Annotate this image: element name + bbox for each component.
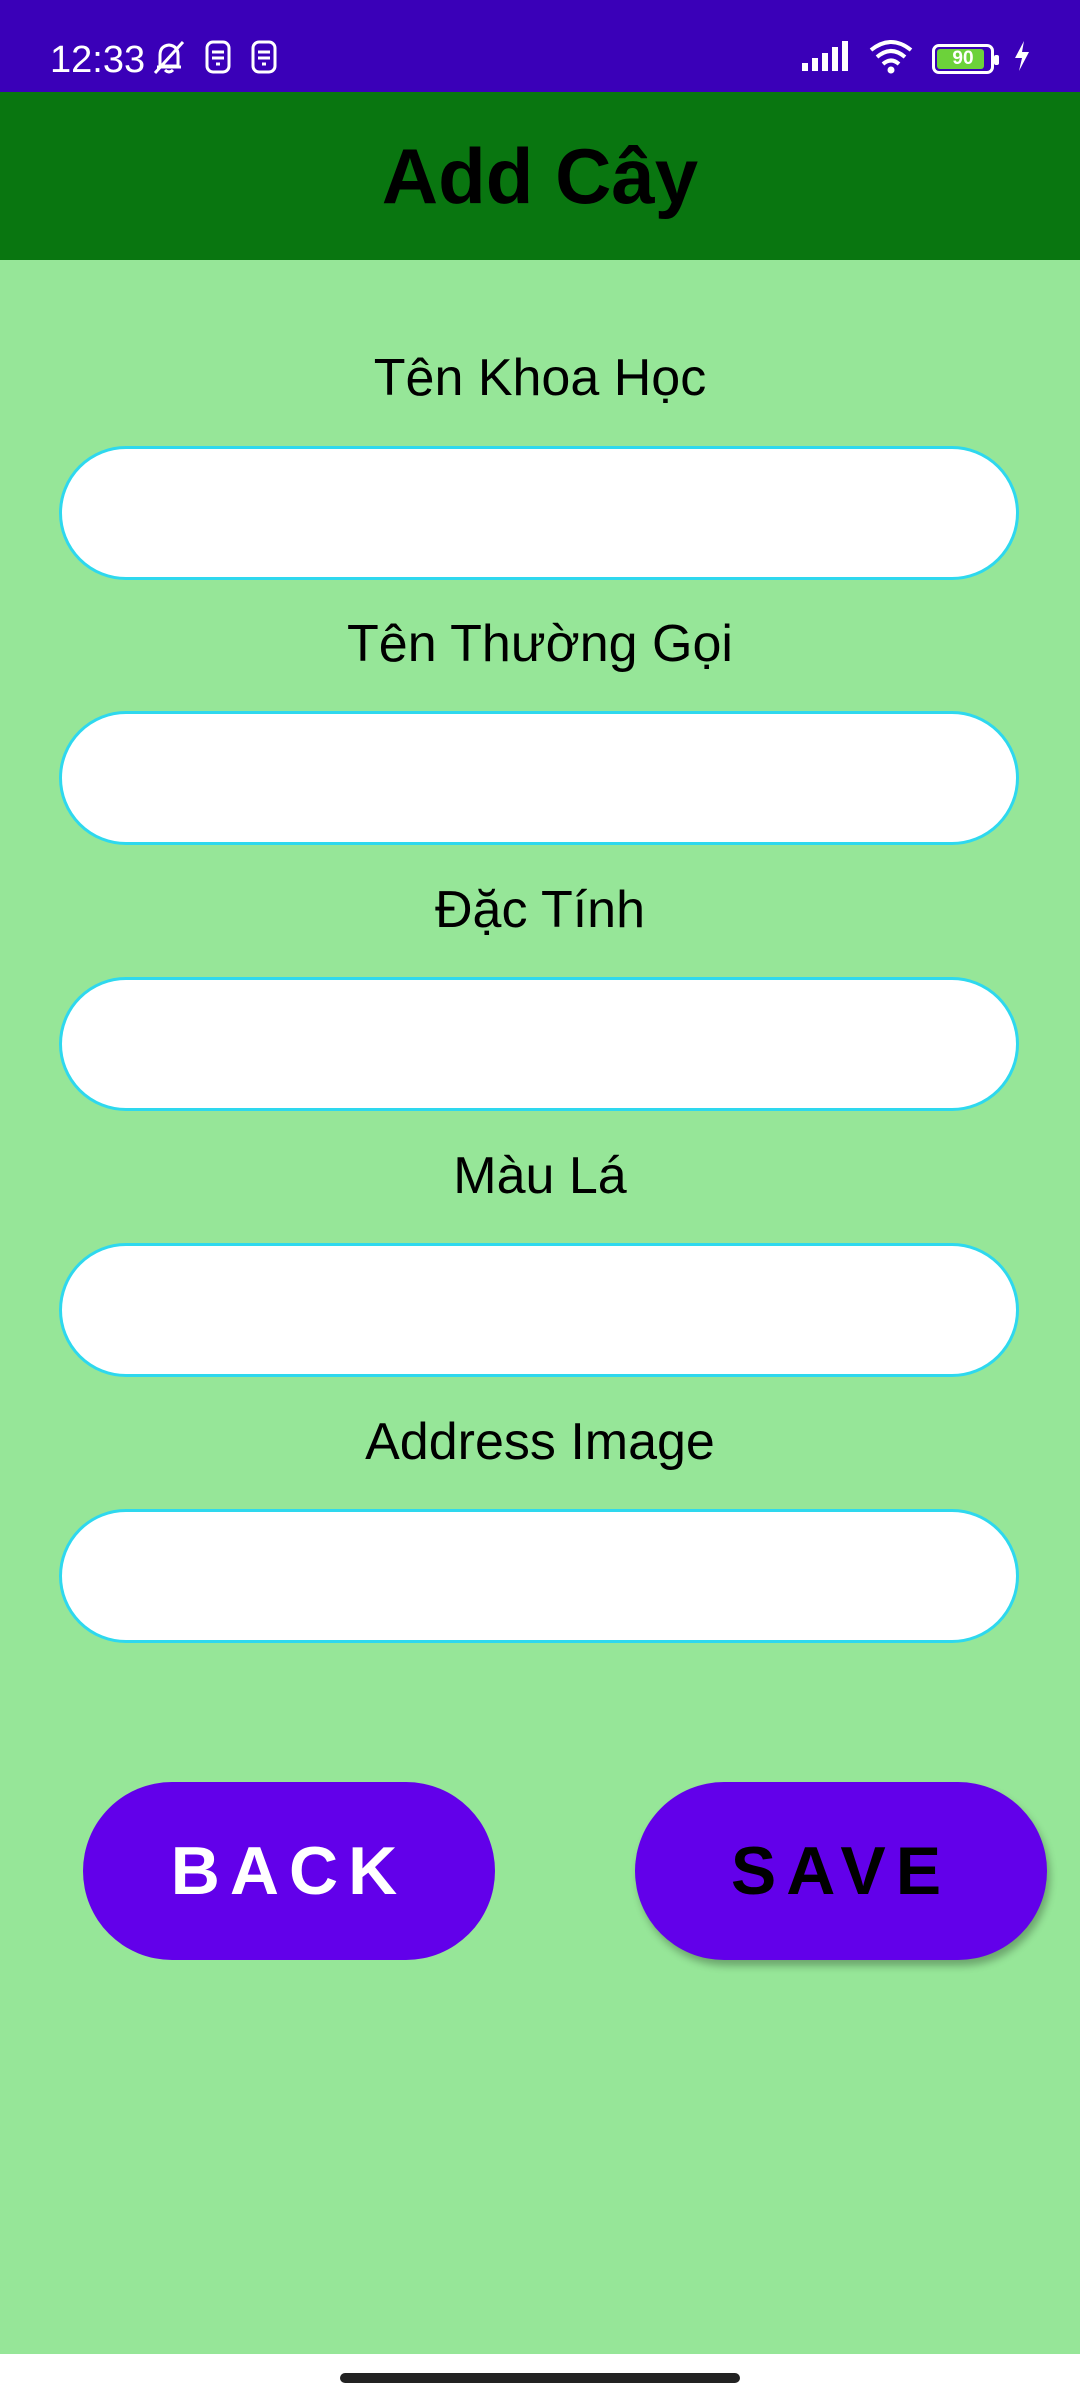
characteristics-label: Đặc Tính bbox=[434, 881, 646, 939]
signal-icon bbox=[800, 39, 850, 78]
status-icons-left bbox=[150, 38, 280, 81]
scientific-name-input[interactable] bbox=[59, 446, 1019, 580]
charging-icon bbox=[1012, 39, 1032, 78]
battery-level: 90 bbox=[952, 47, 974, 69]
sim-icon bbox=[202, 38, 234, 81]
wifi-icon bbox=[868, 38, 914, 79]
battery-cap bbox=[994, 54, 999, 65]
address-image-label: Address Image bbox=[365, 1413, 715, 1471]
form-container: Tên Khoa Học Tên Thường Gọi Đặc Tính Màu… bbox=[0, 260, 1080, 2354]
characteristics-input[interactable] bbox=[59, 977, 1019, 1111]
navigation-bar bbox=[0, 2354, 1080, 2400]
status-icons-right: 90 bbox=[800, 38, 1032, 79]
home-indicator[interactable] bbox=[340, 2373, 740, 2383]
bell-off-icon bbox=[150, 38, 188, 81]
address-image-input[interactable] bbox=[59, 1509, 1019, 1643]
back-button[interactable]: BACK bbox=[83, 1782, 495, 1960]
page-title: Add Cây bbox=[381, 131, 699, 220]
common-name-input[interactable] bbox=[59, 711, 1019, 845]
battery-icon: 90 bbox=[932, 43, 999, 74]
common-name-label: Tên Thường Gọi bbox=[347, 615, 733, 673]
status-bar: 12:33 90 bbox=[0, 0, 1080, 92]
sim-icon bbox=[248, 38, 280, 81]
scientific-name-label: Tên Khoa Học bbox=[373, 349, 707, 407]
app-bar: Add Cây bbox=[0, 92, 1080, 260]
save-button[interactable]: SAVE bbox=[635, 1782, 1047, 1960]
leaf-color-input[interactable] bbox=[59, 1243, 1019, 1377]
status-time: 12:33 bbox=[50, 39, 146, 81]
leaf-color-label: Màu Lá bbox=[453, 1147, 627, 1205]
